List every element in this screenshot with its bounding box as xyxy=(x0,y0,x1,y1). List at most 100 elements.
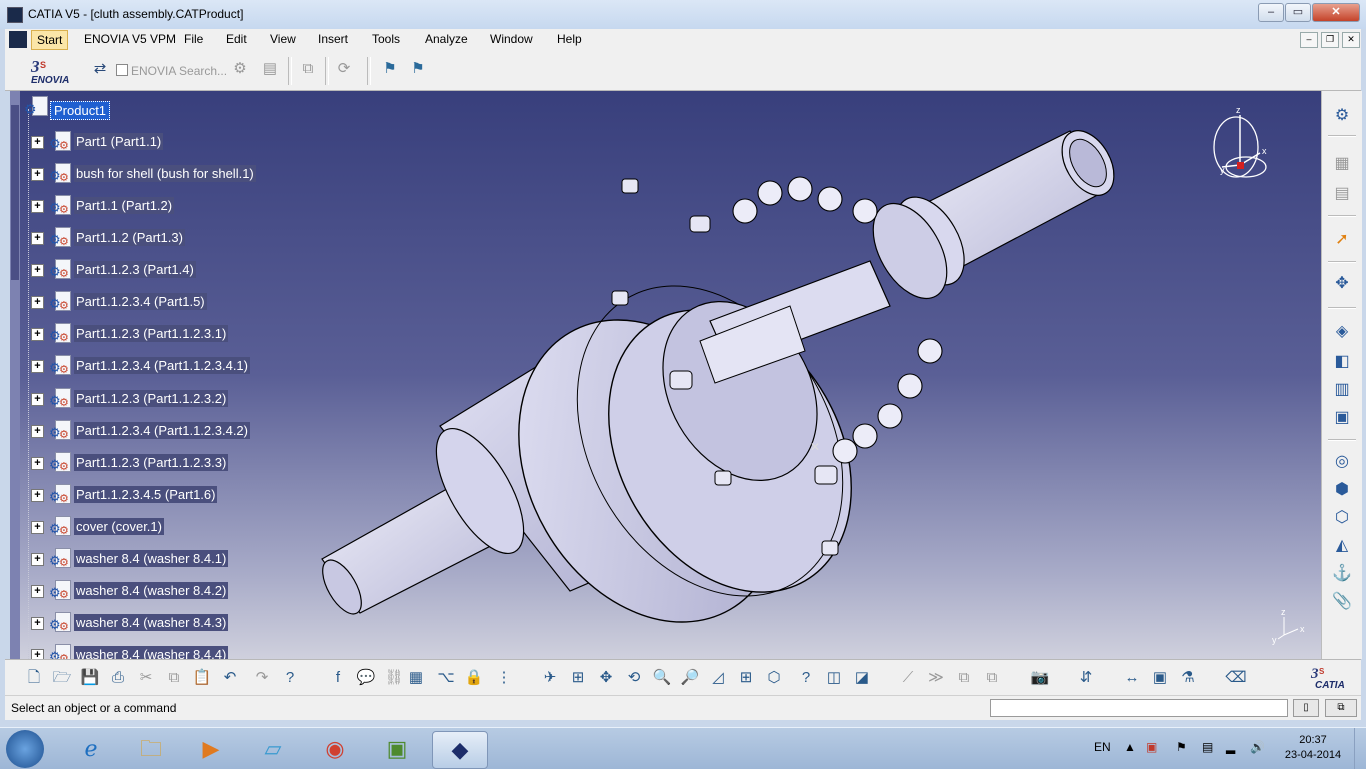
attach-icon[interactable]: 📎 xyxy=(1331,591,1353,613)
tree-node-label[interactable]: Part1.1.2.3.4 (Part1.5) xyxy=(74,293,207,310)
offset-constraint-icon[interactable]: ⬡ xyxy=(1331,507,1353,529)
manipulate-icon[interactable]: ✥ xyxy=(1331,273,1353,295)
fix-component-icon[interactable]: ⚓ xyxy=(1331,563,1353,585)
mdi-restore-button[interactable]: ❐ xyxy=(1321,32,1339,48)
tree-node-label[interactable]: washer 8.4 (washer 8.4.1) xyxy=(74,550,229,567)
tree-node-label[interactable]: Part1.1 (Part1.2) xyxy=(74,197,175,214)
tree-node-label[interactable]: washer 8.4 (washer 8.4.4) xyxy=(74,646,229,659)
load-icon[interactable]: ⧉ xyxy=(297,58,319,80)
menu-file[interactable]: File xyxy=(184,32,203,46)
network-icon[interactable]: ▂ xyxy=(1226,740,1235,754)
gear-settings-icon[interactable]: ⚙ xyxy=(1331,105,1353,127)
component-icon[interactable]: ▤ xyxy=(1331,183,1353,205)
menu-edit[interactable]: Edit xyxy=(226,32,247,46)
clock[interactable]: 20:37 23-04-2014 xyxy=(1278,733,1348,763)
maximize-button[interactable]: ▭ xyxy=(1285,3,1311,22)
expand-icon[interactable]: + xyxy=(31,200,44,213)
part-icon[interactable]: ⚙ ⚙ xyxy=(47,227,71,249)
spec-tree-icon[interactable]: ⋮ xyxy=(493,667,515,689)
expand-icon[interactable]: + xyxy=(31,393,44,406)
expand-icon[interactable]: + xyxy=(31,136,44,149)
part-icon[interactable]: ⚙ ⚙ xyxy=(47,131,71,153)
expand-icon[interactable]: + xyxy=(31,489,44,502)
zoom-in-icon[interactable]: 🔍 xyxy=(651,667,673,689)
open-folder-icon[interactable]: 🗁 xyxy=(51,667,73,689)
fit-all-icon[interactable]: ⊞ xyxy=(567,667,589,689)
measure-icon[interactable]: ⟋ xyxy=(897,667,919,689)
menu-window[interactable]: Window xyxy=(490,32,533,46)
compass-widget[interactable]: z x y xyxy=(1208,105,1278,185)
angle-constraint-icon[interactable]: ◭ xyxy=(1331,535,1353,557)
paste-icon[interactable]: 📋 xyxy=(191,667,213,689)
minecraft-icon[interactable]: ▣ xyxy=(370,731,424,767)
catia-app-icon[interactable] xyxy=(7,7,23,23)
clash-icon[interactable]: ⧉ xyxy=(953,667,975,689)
tree-node-label[interactable]: washer 8.4 (washer 8.4.2) xyxy=(74,582,229,599)
mdi-close-button[interactable]: ✕ xyxy=(1342,32,1360,48)
part-icon[interactable]: ⚙ ⚙ xyxy=(47,163,71,185)
expand-icon[interactable]: + xyxy=(31,585,44,598)
command-input[interactable] xyxy=(990,699,1288,717)
expand-icon[interactable]: + xyxy=(31,360,44,373)
language-indicator[interactable]: EN xyxy=(1094,740,1111,754)
part-icon[interactable]: ⚙ ⚙ xyxy=(47,452,71,474)
normal-view-icon[interactable]: ◿ xyxy=(707,667,729,689)
contact-constraint-icon[interactable]: ⬢ xyxy=(1331,479,1353,501)
part-icon[interactable]: ⚙ ⚙ xyxy=(47,291,71,313)
new-file-icon[interactable]: 🗋 xyxy=(23,667,45,689)
part-icon[interactable]: ⚙ ⚙ xyxy=(47,355,71,377)
enovia-connect-icon[interactable]: ⇄ xyxy=(89,58,111,80)
new-part-icon[interactable]: ▥ xyxy=(1331,379,1353,401)
menu-view[interactable]: View xyxy=(270,32,296,46)
tray-app-icon[interactable]: ▣ xyxy=(1146,740,1157,754)
catalog-icon[interactable]: ⇵ xyxy=(1075,667,1097,689)
tree-node-label[interactable]: Part1.1.2.3 (Part1.1.2.3.2) xyxy=(74,390,229,407)
measure-item-icon[interactable]: ▣ xyxy=(1149,667,1171,689)
part-icon[interactable]: ⚙ ⚙ xyxy=(47,516,71,538)
expand-icon[interactable]: + xyxy=(31,425,44,438)
menu-start[interactable]: Start xyxy=(31,30,69,50)
tree-node-label[interactable]: bush for shell (bush for shell.1) xyxy=(74,165,256,182)
tree-node-label[interactable]: cover (cover.1) xyxy=(74,518,164,535)
new-product-icon[interactable]: ◧ xyxy=(1331,351,1353,373)
product-structure-icon[interactable]: ▦ xyxy=(1331,153,1353,175)
tree-node-label[interactable]: washer 8.4 (washer 8.4.3) xyxy=(74,614,229,631)
select-arrow-icon[interactable]: ➚ xyxy=(1331,229,1353,251)
arrow-icon[interactable]: ≫ xyxy=(925,667,947,689)
media-player-icon[interactable]: ▶ xyxy=(184,731,238,767)
tree-root-product1[interactable]: Product1 xyxy=(50,101,111,120)
menu-tools[interactable]: Tools xyxy=(372,32,400,46)
measure-between-icon[interactable]: ↔ xyxy=(1121,667,1143,689)
hide-show-icon[interactable]: ◫ xyxy=(823,667,845,689)
internet-explorer-icon[interactable]: ℯ xyxy=(64,731,118,767)
sectioning-icon[interactable]: ⧉ xyxy=(981,667,1003,689)
3d-viewport[interactable]: ✕ z x y z x y ⚙ Product1 + ⚙ ⚙ Part1 (Pa… xyxy=(10,91,1321,659)
expand-icon[interactable]: + xyxy=(31,232,44,245)
expand-icon[interactable]: + xyxy=(31,617,44,630)
tree-node-label[interactable]: Part1.1.2.3.4.5 (Part1.6) xyxy=(74,486,218,503)
expand-icon[interactable]: + xyxy=(31,457,44,470)
multi-view-icon[interactable]: ⊞ xyxy=(735,667,757,689)
volume-icon[interactable]: 🔊 xyxy=(1250,740,1265,754)
part-icon[interactable]: ⚙ ⚙ xyxy=(47,388,71,410)
part-icon[interactable]: ⚙ ⚙ xyxy=(47,644,71,659)
existing-component-icon[interactable]: ▣ xyxy=(1331,407,1353,429)
enovia-search-checkbox[interactable] xyxy=(116,64,128,76)
pan-icon[interactable]: ✥ xyxy=(595,667,617,689)
minimize-button[interactable]: – xyxy=(1258,3,1284,22)
tree-node-label[interactable]: Part1.1.2.3 (Part1.1.2.3.1) xyxy=(74,325,229,342)
expand-icon[interactable]: + xyxy=(31,264,44,277)
part-icon[interactable]: ⚙ ⚙ xyxy=(47,580,71,602)
tree-scrollbar-thumb[interactable] xyxy=(11,105,19,280)
expand-icon[interactable]: + xyxy=(31,168,44,181)
swap-visible-icon[interactable]: ◪ xyxy=(851,667,873,689)
undo-icon[interactable]: ↶ xyxy=(219,667,241,689)
tree-expand-icon[interactable]: ⌥ xyxy=(435,667,457,689)
flag-icon-2[interactable]: ⚑ xyxy=(407,58,429,80)
expand-icon[interactable]: + xyxy=(31,328,44,341)
part-icon[interactable]: ⚙ ⚙ xyxy=(47,484,71,506)
action-center-icon[interactable]: ⚑ xyxy=(1176,740,1187,754)
new-component-icon[interactable]: ◈ xyxy=(1331,321,1353,343)
close-button[interactable]: ✕ xyxy=(1312,3,1360,22)
tree-node-label[interactable]: Part1 (Part1.1) xyxy=(74,133,164,150)
